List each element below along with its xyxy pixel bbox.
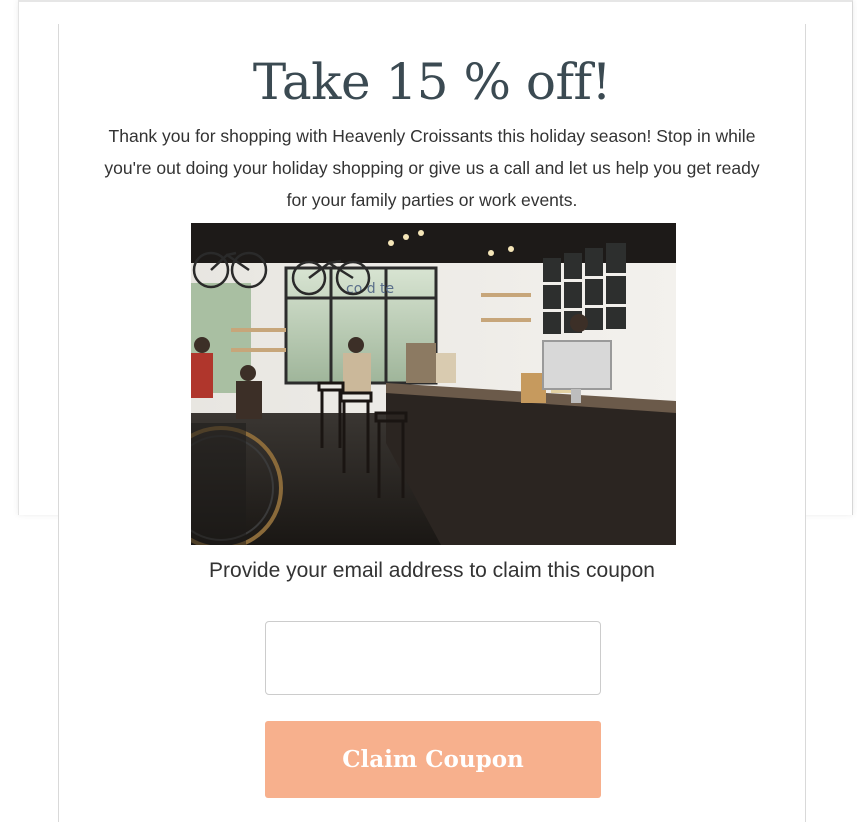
claim-coupon-button[interactable]: Claim Coupon bbox=[265, 721, 601, 798]
email-prompt: Provide your email address to claim this… bbox=[209, 559, 655, 582]
popup-message-line: Thank you for shopping with Heavenly Cro… bbox=[108, 126, 756, 146]
email-input[interactable] bbox=[265, 621, 601, 695]
popup-message-line: for your family parties or work events. bbox=[286, 190, 578, 210]
popup-message-line: you're out doing your holiday shopping o… bbox=[104, 158, 760, 178]
coupon-popup: Take 15 % off! Thank you for shopping wi… bbox=[58, 24, 806, 822]
cafe-interior-photo: co d te bbox=[191, 223, 676, 545]
popup-message: Thank you for shopping with Heavenly Cro… bbox=[59, 120, 805, 216]
popup-headline: Take 15 % off! bbox=[252, 53, 612, 111]
